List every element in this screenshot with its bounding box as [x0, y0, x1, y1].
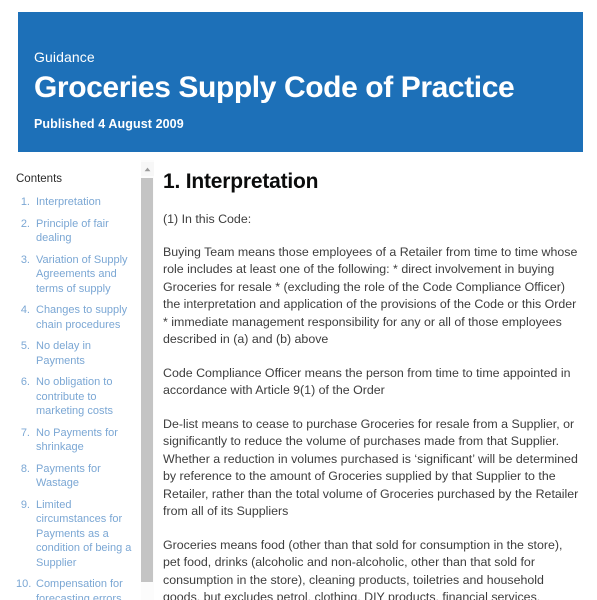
contents-item-1[interactable]: 1. Interpretation: [16, 195, 134, 210]
document-masthead: Guidance Groceries Supply Code of Practi…: [18, 12, 583, 152]
paragraph-buying-team: Buying Team means those employees of a R…: [163, 244, 578, 347]
contents-item-number: 1.: [20, 196, 30, 208]
contents-item-4[interactable]: 4. Changes to supply chain procedures: [16, 303, 134, 332]
contents-item-label[interactable]: Payments for Wastage: [36, 462, 134, 491]
contents-item-number: 10.: [16, 578, 32, 590]
vertical-scrollbar[interactable]: [140, 160, 156, 600]
contents-item-label[interactable]: Principle of fair dealing: [36, 217, 134, 246]
contents-item-number: 7.: [20, 426, 30, 439]
page-root: Guidance Groceries Supply Code of Practi…: [0, 0, 597, 600]
paragraph-code-compliance-officer: Code Compliance Officer means the person…: [163, 365, 571, 398]
contents-item-label[interactable]: No delay in Payments: [36, 339, 134, 368]
contents-heading: Contents: [16, 173, 63, 185]
contents-item-label[interactable]: No Payments for shrinkage: [36, 426, 134, 455]
page-title: Groceries Supply Code of Practice: [34, 71, 515, 104]
contents-item-6[interactable]: 6. No obligation to contribute to market…: [16, 375, 134, 419]
paragraph-de-list: De-list means to cease to purchase Groce…: [163, 416, 579, 519]
contents-item-9[interactable]: 9. Limited circumstances for Payments as…: [16, 498, 134, 571]
contents-item-label[interactable]: Compensation for forecasting errors: [36, 577, 134, 600]
contents-list: 1. Interpretation 2. Principle of fair d…: [16, 195, 134, 600]
contents-item-number: 8.: [20, 462, 30, 475]
contents-item-7[interactable]: 7. No Payments for shrinkage: [16, 426, 134, 455]
published-date: Published 4 August 2009: [34, 117, 184, 131]
body-area: Contents 1. Interpretation 2. Principle …: [0, 160, 597, 600]
contents-item-5[interactable]: 5. No delay in Payments: [16, 339, 134, 368]
contents-item-label[interactable]: Interpretation: [36, 195, 134, 210]
contents-sidebar: Contents 1. Interpretation 2. Principle …: [0, 160, 140, 600]
chevron-up-icon: [144, 167, 151, 172]
scroll-up-button[interactable]: [141, 162, 154, 176]
contents-item-number: 9.: [20, 498, 30, 511]
contents-item-number: 3.: [20, 253, 30, 266]
contents-item-3[interactable]: 3. Variation of Supply Agreements and te…: [16, 253, 134, 297]
contents-item-number: 4.: [20, 304, 30, 316]
main-content: 1. Interpretation (1) In this Code: Buyi…: [163, 160, 583, 600]
paragraph-groceries: Groceries means food (other than that so…: [163, 537, 563, 600]
contents-item-number: 6.: [20, 376, 30, 388]
contents-item-number: 5.: [20, 340, 30, 352]
contents-item-label[interactable]: No obligation to contribute to marketing…: [36, 375, 134, 419]
contents-item-label[interactable]: Changes to supply chain procedures: [36, 303, 134, 332]
contents-item-8[interactable]: 8. Payments for Wastage: [16, 462, 134, 491]
contents-item-2[interactable]: 2. Principle of fair dealing: [16, 217, 134, 246]
scrollbar-thumb[interactable]: [141, 178, 153, 582]
contents-item-number: 2.: [20, 217, 30, 230]
contents-item-label[interactable]: Limited circumstances for Payments as a …: [36, 498, 134, 571]
paragraph-in-this-code: (1) In this Code:: [163, 212, 252, 226]
document-kicker: Guidance: [34, 49, 95, 65]
section-heading: 1. Interpretation: [163, 170, 319, 193]
contents-item-10[interactable]: 10. Compensation for forecasting errors: [16, 577, 134, 600]
contents-item-label[interactable]: Variation of Supply Agreements and terms…: [36, 253, 134, 297]
